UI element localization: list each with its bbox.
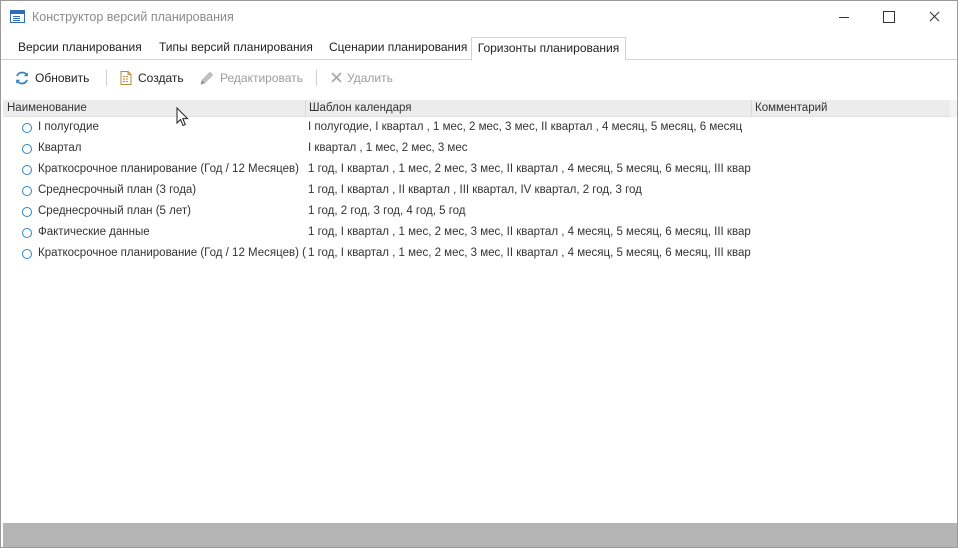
tab-planning-versions[interactable]: Версии планирования (18, 37, 142, 60)
grid-body: I полугодие I полугодие, I квартал , 1 м… (3, 118, 950, 518)
tree-node-circle-icon (22, 207, 32, 217)
row-calendar-cell: 1 год, I квартал , 1 мес, 2 мес, 3 мес, … (308, 163, 751, 175)
refresh-label: Обновить (35, 71, 90, 85)
row-calendar-cell: 1 год, I квартал , 1 мес, 2 мес, 3 мес, … (308, 226, 751, 238)
row-name-cell: Фактические данные (38, 226, 150, 238)
row-name-cell: Среднесрочный план (3 года) (38, 184, 197, 196)
table-row[interactable]: Среднесрочный план (5 лет) 1 год, 2 год,… (3, 202, 950, 223)
table-row[interactable]: Фактические данные 1 год, I квартал , 1 … (3, 223, 950, 244)
delete-x-icon (329, 70, 345, 86)
delete-label: Удалить (347, 71, 393, 85)
row-name-cell: I полугодие (38, 121, 99, 133)
row-name-cell: Квартал (38, 142, 82, 154)
row-name-cell: Краткосрочное планирование (Год / 12 Мес… (38, 247, 306, 259)
create-button[interactable]: Создать (118, 70, 188, 86)
row-calendar-cell: 1 год, I квартал , II квартал , III квар… (308, 184, 642, 196)
row-calendar-cell: I квартал , 1 мес, 2 мес, 3 мес (308, 142, 468, 154)
column-header-name[interactable]: Наименование (7, 100, 303, 117)
toolbar-separator (106, 70, 107, 86)
tree-node-circle-icon (22, 165, 32, 175)
table-row[interactable]: Среднесрочный план (3 года) 1 год, I ква… (3, 181, 950, 202)
main-window: Конструктор версий планирования Версии п… (0, 0, 958, 548)
minimize-button[interactable] (821, 1, 867, 33)
table-row[interactable]: Краткосрочное планирование (Год / 12 Мес… (3, 160, 950, 181)
edit-button[interactable]: Редактировать (199, 70, 304, 86)
edit-label: Редактировать (220, 71, 303, 85)
row-calendar-cell: I полугодие, I квартал , 1 мес, 2 мес, 3… (308, 121, 743, 133)
new-document-icon (118, 70, 134, 86)
pencil-icon (199, 70, 215, 86)
column-header-comment[interactable]: Комментарий (751, 100, 950, 117)
create-label: Создать (138, 71, 184, 85)
table-row[interactable]: I полугодие I полугодие, I квартал , 1 м… (3, 118, 950, 139)
row-calendar-cell: 1 год, I квартал , 1 мес, 2 мес, 3 мес, … (308, 247, 751, 259)
tree-node-circle-icon (22, 228, 32, 238)
title-bar[interactable]: Конструктор версий планирования (1, 1, 957, 33)
table-row[interactable]: Квартал I квартал , 1 мес, 2 мес, 3 мес (3, 139, 950, 160)
mouse-cursor-icon (176, 107, 189, 127)
row-name-cell: Краткосрочное планирование (Год / 12 Мес… (38, 163, 299, 175)
row-calendar-cell: 1 год, 2 год, 3 год, 4 год, 5 год (308, 205, 466, 217)
grid-header: Наименование Шаблон календаря Комментари… (3, 100, 950, 117)
status-bar (3, 523, 957, 547)
table-row[interactable]: Краткосрочное планирование (Год / 12 Мес… (3, 244, 950, 265)
row-name-cell: Среднесрочный план (5 лет) (38, 205, 191, 217)
tab-planning-version-types[interactable]: Типы версий планирования (159, 37, 313, 60)
tree-node-circle-icon (22, 144, 32, 154)
tab-strip: Версии планирования Типы версий планиров… (1, 37, 957, 61)
column-header-calendar-template[interactable]: Шаблон календаря (305, 100, 751, 117)
tab-planning-horizons[interactable]: Горизонты планирования (471, 37, 626, 61)
maximize-button[interactable] (865, 1, 911, 33)
tab-planning-scenarios[interactable]: Сценарии планирования (329, 37, 467, 60)
refresh-icon (14, 70, 30, 86)
tree-node-circle-icon (22, 123, 32, 133)
tree-node-circle-icon (22, 186, 32, 196)
delete-button[interactable]: Удалить (329, 70, 394, 86)
toolbar: Обновить Создать Редактировать Удалить (1, 61, 957, 95)
tree-node-circle-icon (22, 249, 32, 259)
window-title: Конструктор версий планирования (32, 10, 234, 24)
app-window-icon (10, 10, 25, 23)
toolbar-separator (316, 70, 317, 86)
close-button[interactable] (911, 1, 957, 33)
grid-header-filler (950, 100, 957, 117)
refresh-button[interactable]: Обновить (14, 70, 94, 86)
